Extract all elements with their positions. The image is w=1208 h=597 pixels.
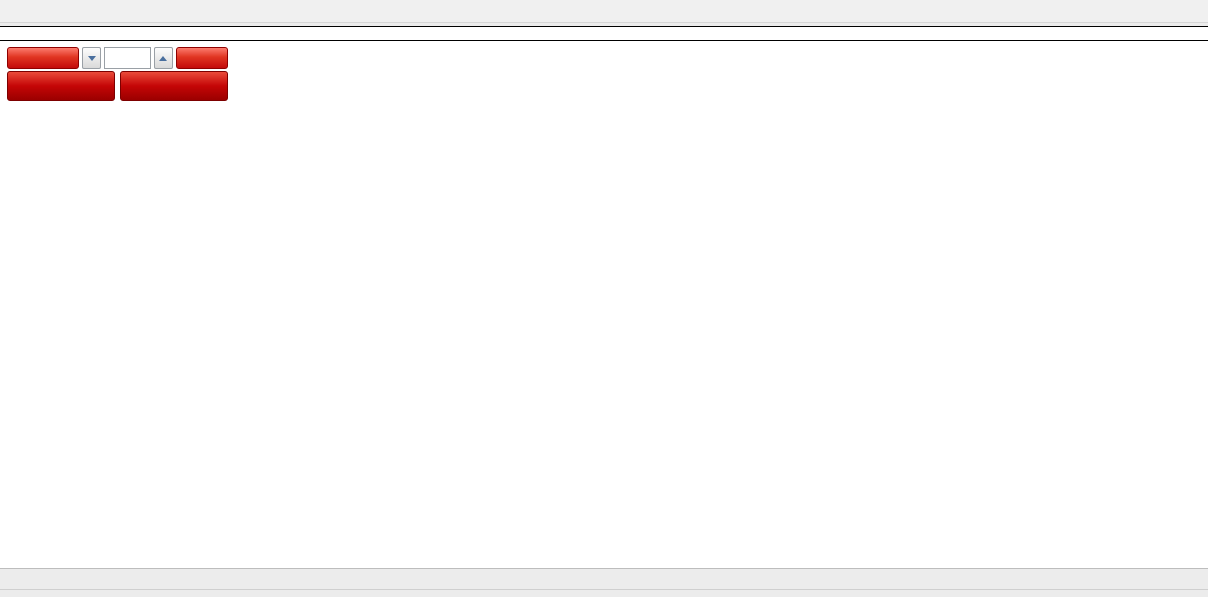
- sell-button[interactable]: [7, 47, 79, 69]
- buy-button[interactable]: [176, 47, 228, 69]
- chart-title-bar: [0, 26, 1208, 41]
- one-click-trading-panel: [7, 47, 228, 101]
- chart-stage: [0, 41, 1208, 568]
- status-strip: [0, 589, 1208, 597]
- buy-price-button[interactable]: [120, 71, 228, 101]
- sell-price-button[interactable]: [7, 71, 115, 101]
- main-chart-canvas[interactable]: [0, 41, 1208, 568]
- timeframe-toolbar: [0, 0, 1208, 23]
- chevron-down-icon: [88, 56, 96, 61]
- volume-decrease-button[interactable]: [82, 47, 101, 69]
- chevron-up-icon: [159, 56, 167, 61]
- volume-increase-button[interactable]: [154, 47, 173, 69]
- volume-input[interactable]: [104, 47, 151, 69]
- terminal-window: [0, 0, 1208, 597]
- chart-tab-bar: [0, 568, 1208, 589]
